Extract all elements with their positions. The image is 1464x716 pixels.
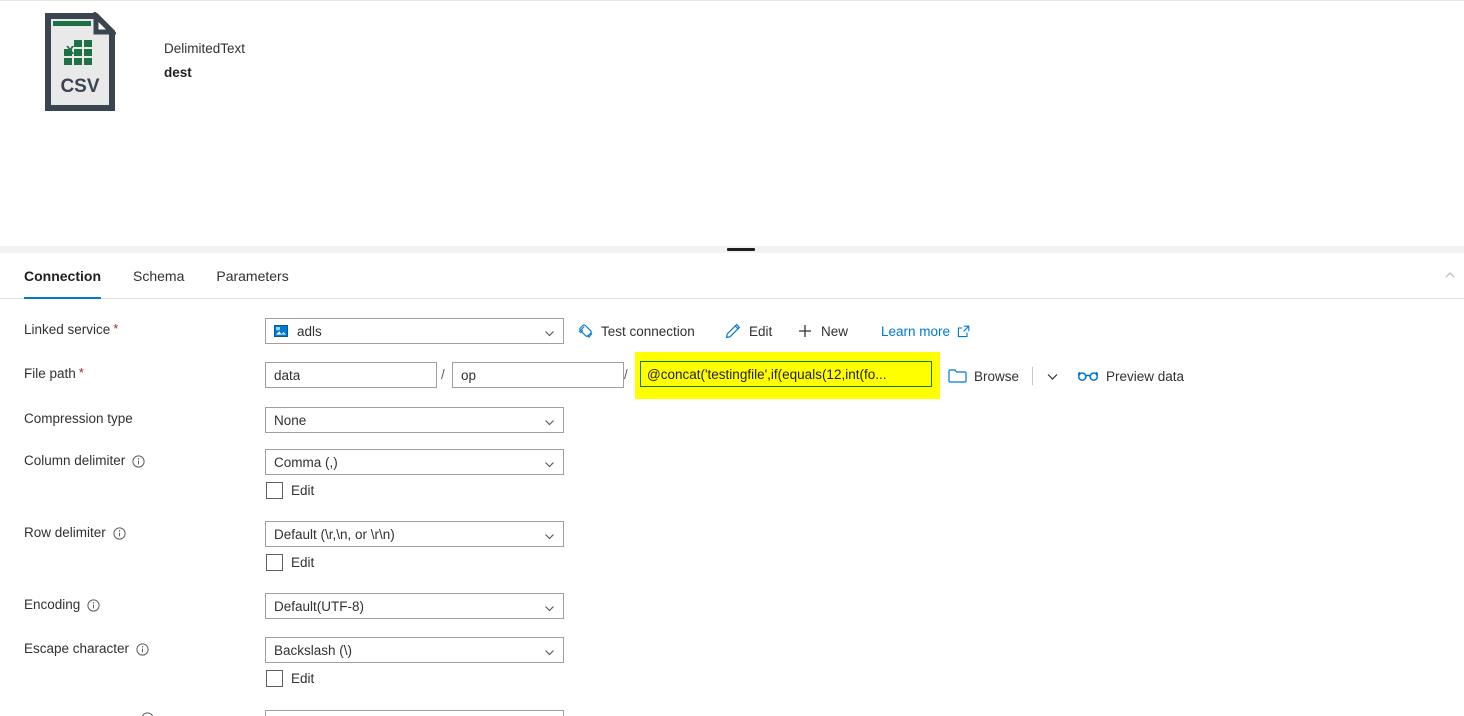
- checkbox-box: [266, 670, 283, 687]
- file-path-filename-value: @concat('testingfile',if(equals(12,int(f…: [647, 366, 887, 382]
- partial-field-select[interactable]: [265, 710, 564, 716]
- file-path-directory-value: op: [461, 367, 477, 383]
- chevron-down-icon: [544, 530, 555, 541]
- tab-parameters[interactable]: Parameters: [216, 253, 302, 299]
- row-delimiter-value: Default (\r,\n, or \r\n): [274, 526, 395, 542]
- plug-check-icon: [576, 322, 594, 340]
- svg-text:CSV: CSV: [60, 76, 99, 97]
- pencil-icon: [724, 322, 742, 340]
- tab-connection[interactable]: Connection: [24, 253, 115, 299]
- csv-file-icon: x CSV: [44, 12, 116, 112]
- info-icon[interactable]: [113, 526, 126, 540]
- browse-label: Browse: [974, 368, 1020, 384]
- path-separator-2: /: [624, 367, 628, 382]
- browse-button[interactable]: Browse: [948, 365, 1019, 387]
- info-icon[interactable]: [132, 454, 145, 468]
- dataset-editor-panel: x CSV DelimitedText dest Connection: [0, 0, 1464, 716]
- test-connection-button[interactable]: Test connection: [576, 320, 695, 342]
- learn-more-label: Learn more: [881, 323, 951, 339]
- preview-data-label: Preview data: [1106, 368, 1185, 384]
- escape-character-edit-checkbox[interactable]: Edit: [266, 670, 314, 687]
- panel-splitter[interactable]: [0, 246, 1464, 253]
- escape-character-value: Backslash (\): [274, 642, 353, 658]
- dataset-name: dest: [164, 65, 192, 80]
- edit-linked-service-button[interactable]: Edit: [724, 320, 772, 342]
- dataset-type-label: DelimitedText: [164, 41, 246, 56]
- browse-dropdown-button[interactable]: [1045, 365, 1060, 387]
- partial-field-label: [24, 712, 154, 716]
- checkbox-box: [266, 554, 283, 571]
- column-delimiter-edit-label: Edit: [291, 483, 315, 498]
- new-linked-service-label: New: [821, 323, 849, 339]
- chevron-down-icon: [544, 327, 555, 338]
- tab-strip: Connection Schema Parameters: [0, 253, 1464, 299]
- column-delimiter-value: Comma (,): [274, 454, 338, 470]
- column-delimiter-select[interactable]: Comma (,): [265, 449, 564, 475]
- linked-service-select[interactable]: adls: [265, 318, 564, 344]
- plus-icon: [796, 322, 814, 340]
- tab-schema-label: Schema: [133, 268, 185, 284]
- chevron-down-icon: [544, 416, 555, 427]
- column-delimiter-label-text: Column delimiter: [24, 453, 126, 468]
- splitter-grip-handle[interactable]: [727, 248, 755, 251]
- row-delimiter-edit-label: Edit: [291, 555, 315, 570]
- chevron-down-icon: [544, 458, 555, 469]
- top-divider: [0, 0, 1464, 1]
- info-icon[interactable]: [136, 642, 149, 656]
- encoding-label: Encoding: [24, 595, 100, 615]
- new-linked-service-button[interactable]: New: [796, 320, 848, 342]
- row-delimiter-label-text: Row delimiter: [24, 525, 106, 540]
- external-link-icon: [957, 325, 970, 338]
- compression-type-label: Compression type: [24, 409, 133, 429]
- chevron-down-icon: [544, 646, 555, 657]
- glasses-icon: [1077, 369, 1099, 383]
- escape-character-select[interactable]: Backslash (\): [265, 637, 564, 663]
- connection-form: Linked service * adls Test connection Ed…: [0, 300, 1464, 716]
- compression-type-select[interactable]: None: [265, 407, 564, 433]
- encoding-label-text: Encoding: [24, 597, 81, 612]
- test-connection-label: Test connection: [601, 323, 695, 339]
- row-delimiter-select[interactable]: Default (\r,\n, or \r\n): [265, 521, 564, 547]
- linked-service-label: Linked service *: [24, 320, 118, 340]
- tab-connection-label: Connection: [24, 268, 101, 284]
- required-asterisk: *: [113, 320, 119, 336]
- column-delimiter-label: Column delimiter: [24, 451, 145, 471]
- linked-service-value: adls: [297, 323, 322, 339]
- encoding-select[interactable]: Default(UTF-8): [265, 593, 564, 619]
- row-delimiter-label: Row delimiter: [24, 523, 126, 543]
- learn-more-link[interactable]: Learn more: [881, 320, 970, 342]
- column-delimiter-edit-checkbox[interactable]: Edit: [266, 482, 314, 499]
- chevron-down-icon: [1045, 369, 1060, 384]
- tab-schema[interactable]: Schema: [133, 253, 198, 299]
- checkbox-box: [266, 482, 283, 499]
- file-path-filename-expression-input[interactable]: @concat('testingfile',if(equals(12,int(f…: [640, 361, 932, 387]
- azure-storage-icon: [274, 325, 288, 337]
- file-path-label: File path *: [24, 364, 84, 384]
- tab-parameters-label: Parameters: [216, 268, 289, 284]
- path-separator-1: /: [441, 367, 445, 382]
- file-path-container-value: data: [274, 367, 301, 383]
- collapse-chevron-icon[interactable]: [1442, 267, 1458, 283]
- escape-character-edit-label: Edit: [291, 671, 315, 686]
- dataset-header: x CSV DelimitedText dest: [44, 12, 245, 112]
- compression-type-value: None: [274, 412, 307, 428]
- compression-type-label-text: Compression type: [24, 411, 133, 426]
- info-icon[interactable]: [87, 598, 100, 612]
- escape-character-label-text: Escape character: [24, 641, 130, 656]
- row-delimiter-edit-checkbox[interactable]: Edit: [266, 554, 314, 571]
- linked-service-label-text: Linked service: [24, 322, 111, 337]
- file-path-label-text: File path: [24, 366, 76, 381]
- browse-toolbar-separator: [1032, 367, 1033, 385]
- file-path-container-input[interactable]: data: [265, 362, 437, 388]
- required-asterisk: *: [78, 364, 84, 380]
- info-icon[interactable]: [141, 712, 154, 716]
- preview-data-button[interactable]: Preview data: [1077, 365, 1184, 387]
- file-path-directory-input[interactable]: op: [452, 362, 624, 388]
- escape-character-label: Escape character: [24, 639, 149, 659]
- encoding-value: Default(UTF-8): [274, 598, 365, 614]
- chevron-down-icon: [544, 602, 555, 613]
- edit-linked-service-label: Edit: [749, 323, 773, 339]
- folder-icon: [948, 368, 967, 384]
